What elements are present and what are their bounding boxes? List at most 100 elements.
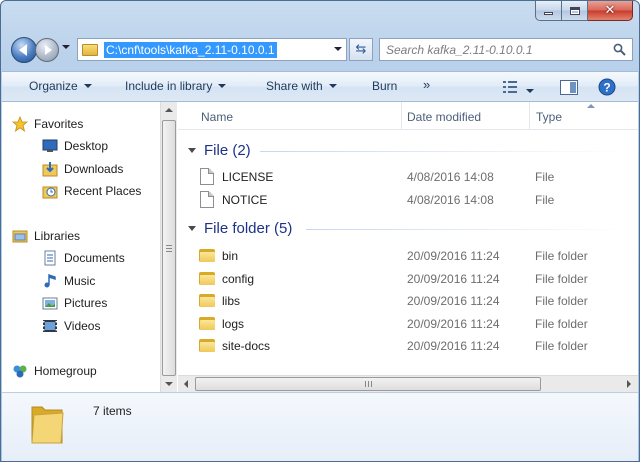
close-icon: ✕ (604, 3, 616, 18)
music-icon (44, 273, 56, 288)
column-divider[interactable] (401, 102, 402, 130)
include-in-library-button[interactable]: Include in library (125, 79, 227, 93)
refresh-button[interactable]: ⇆ (349, 38, 373, 61)
table-row[interactable]: LICENSE 4/08/2016 14:08 File (178, 166, 638, 188)
recent-places-icon (42, 186, 58, 199)
organize-label: Organize (29, 79, 78, 93)
grip-line (166, 251, 172, 252)
file-icon (200, 191, 214, 208)
item-date: 20/09/2016 11:24 (407, 317, 500, 331)
search-icon[interactable] (613, 43, 626, 56)
nav-downloads-label: Downloads (64, 162, 124, 176)
help-icon[interactable]: ? (598, 78, 616, 96)
nav-music[interactable]: Music (42, 271, 95, 291)
column-type[interactable]: Type (536, 110, 562, 124)
recent-pages-dropdown[interactable] (62, 45, 70, 49)
group-header-file[interactable]: File (2) (188, 140, 251, 160)
view-details-icon[interactable] (502, 80, 518, 94)
address-bar[interactable]: C:\cnf\tools\kafka_2.11-0.10.0.1 (77, 38, 347, 61)
sort-ascending-icon (587, 104, 595, 108)
folder-front (200, 275, 215, 285)
table-row[interactable]: libs 20/09/2016 11:24 File folder (178, 290, 638, 312)
column-date-modified[interactable]: Date modified (407, 110, 481, 124)
videos-icon (43, 320, 57, 332)
nav-homegroup[interactable]: Homegroup (13, 361, 97, 381)
documents-icon (44, 250, 56, 266)
item-name: config (222, 272, 255, 286)
search-box[interactable]: Search kafka_2.11-0.10.0.1 (379, 38, 633, 61)
item-count: 7 items (93, 404, 132, 418)
nav-documents[interactable]: Documents (42, 248, 125, 268)
explorer-window: ✕ C:\cnf\tools\kafka_2.11-0.10.0.1 ⇆ Sea… (0, 0, 640, 462)
nav-pictures-label: Pictures (64, 296, 108, 310)
nav-desktop[interactable]: Desktop (42, 136, 108, 156)
item-name: site-docs (222, 339, 271, 353)
folder-icon (199, 317, 215, 330)
navigation-pane-scrollbar[interactable] (160, 102, 177, 392)
nav-favorites[interactable]: Favorites (12, 114, 83, 134)
table-row[interactable]: bin 20/09/2016 11:24 File folder (178, 245, 638, 267)
navigation-bar: C:\cnf\tools\kafka_2.11-0.10.0.1 ⇆ Searc… (9, 35, 633, 65)
item-name: LICENSE (222, 170, 274, 184)
maximize-button[interactable] (562, 1, 588, 21)
grip-line (371, 381, 372, 387)
column-name[interactable]: Name (201, 110, 233, 124)
column-divider[interactable] (529, 102, 530, 130)
group-divider (260, 151, 630, 152)
nav-downloads[interactable]: Downloads (42, 159, 123, 179)
file-list-horizontal-scrollbar[interactable] (178, 375, 638, 392)
table-row[interactable]: logs 20/09/2016 11:24 File folder (178, 313, 638, 335)
folder-front (200, 252, 215, 262)
navigation-pane: Favorites Desktop Downloads Recent Place… (2, 102, 160, 392)
nav-recent-places[interactable]: Recent Places (42, 181, 141, 201)
address-path[interactable]: C:\cnf\tools\kafka_2.11-0.10.0.1 (104, 41, 277, 58)
scroll-right-button[interactable] (621, 376, 637, 392)
item-date: 20/09/2016 11:24 (407, 294, 500, 308)
more-commands-button[interactable]: » (423, 77, 430, 92)
item-type: File folder (535, 317, 588, 331)
preview-pane-icon[interactable] (560, 80, 578, 95)
scroll-up-button[interactable] (161, 102, 177, 118)
collapse-group-icon[interactable] (188, 147, 196, 153)
caption-buttons: ✕ (535, 1, 633, 21)
folder-icon (82, 43, 98, 56)
group-header-file-folder[interactable]: File folder (5) (188, 218, 292, 238)
collapse-group-icon[interactable] (188, 225, 196, 231)
homegroup-icon (13, 365, 27, 378)
pane-area: Favorites Desktop Downloads Recent Place… (2, 102, 638, 392)
nav-videos[interactable]: Videos (42, 316, 100, 336)
maximize-icon (569, 6, 580, 15)
organize-button[interactable]: Organize (29, 79, 92, 93)
horizontal-scroll-thumb[interactable] (195, 377, 541, 391)
folder-icon (199, 272, 215, 285)
item-type: File folder (535, 339, 588, 353)
downloads-icon (42, 162, 58, 177)
scroll-down-button[interactable] (161, 376, 177, 392)
nav-pictures[interactable]: Pictures (42, 293, 107, 313)
nav-libraries-label: Libraries (34, 229, 81, 243)
share-with-button[interactable]: Share with (266, 79, 337, 93)
nav-libraries[interactable]: Libraries (12, 226, 81, 246)
scroll-left-button[interactable] (178, 376, 194, 392)
view-options-dropdown[interactable] (526, 84, 534, 98)
item-date: 20/09/2016 11:24 (407, 272, 500, 286)
vertical-scroll-thumb[interactable] (162, 120, 176, 376)
back-button[interactable] (11, 37, 37, 63)
group-label: File folder (5) (204, 219, 293, 237)
folder-icon (199, 294, 215, 307)
table-row[interactable]: config 20/09/2016 11:24 File folder (178, 268, 638, 290)
close-button[interactable]: ✕ (588, 1, 633, 21)
chevron-left-icon (184, 380, 188, 388)
minimize-button[interactable] (535, 1, 562, 21)
svg-text:?: ? (603, 81, 610, 95)
grip-line (368, 381, 369, 387)
search-input[interactable]: Search kafka_2.11-0.10.0.1 (386, 43, 533, 57)
address-dropdown-icon[interactable] (334, 47, 342, 51)
burn-button[interactable]: Burn (372, 79, 397, 93)
table-row[interactable]: site-docs 20/09/2016 11:24 File folder (178, 335, 638, 357)
item-type: File folder (535, 294, 588, 308)
forward-button[interactable] (35, 38, 59, 62)
chevron-down-icon (328, 84, 337, 88)
folder-front (200, 297, 215, 307)
table-row[interactable]: NOTICE 4/08/2016 14:08 File (178, 189, 638, 211)
